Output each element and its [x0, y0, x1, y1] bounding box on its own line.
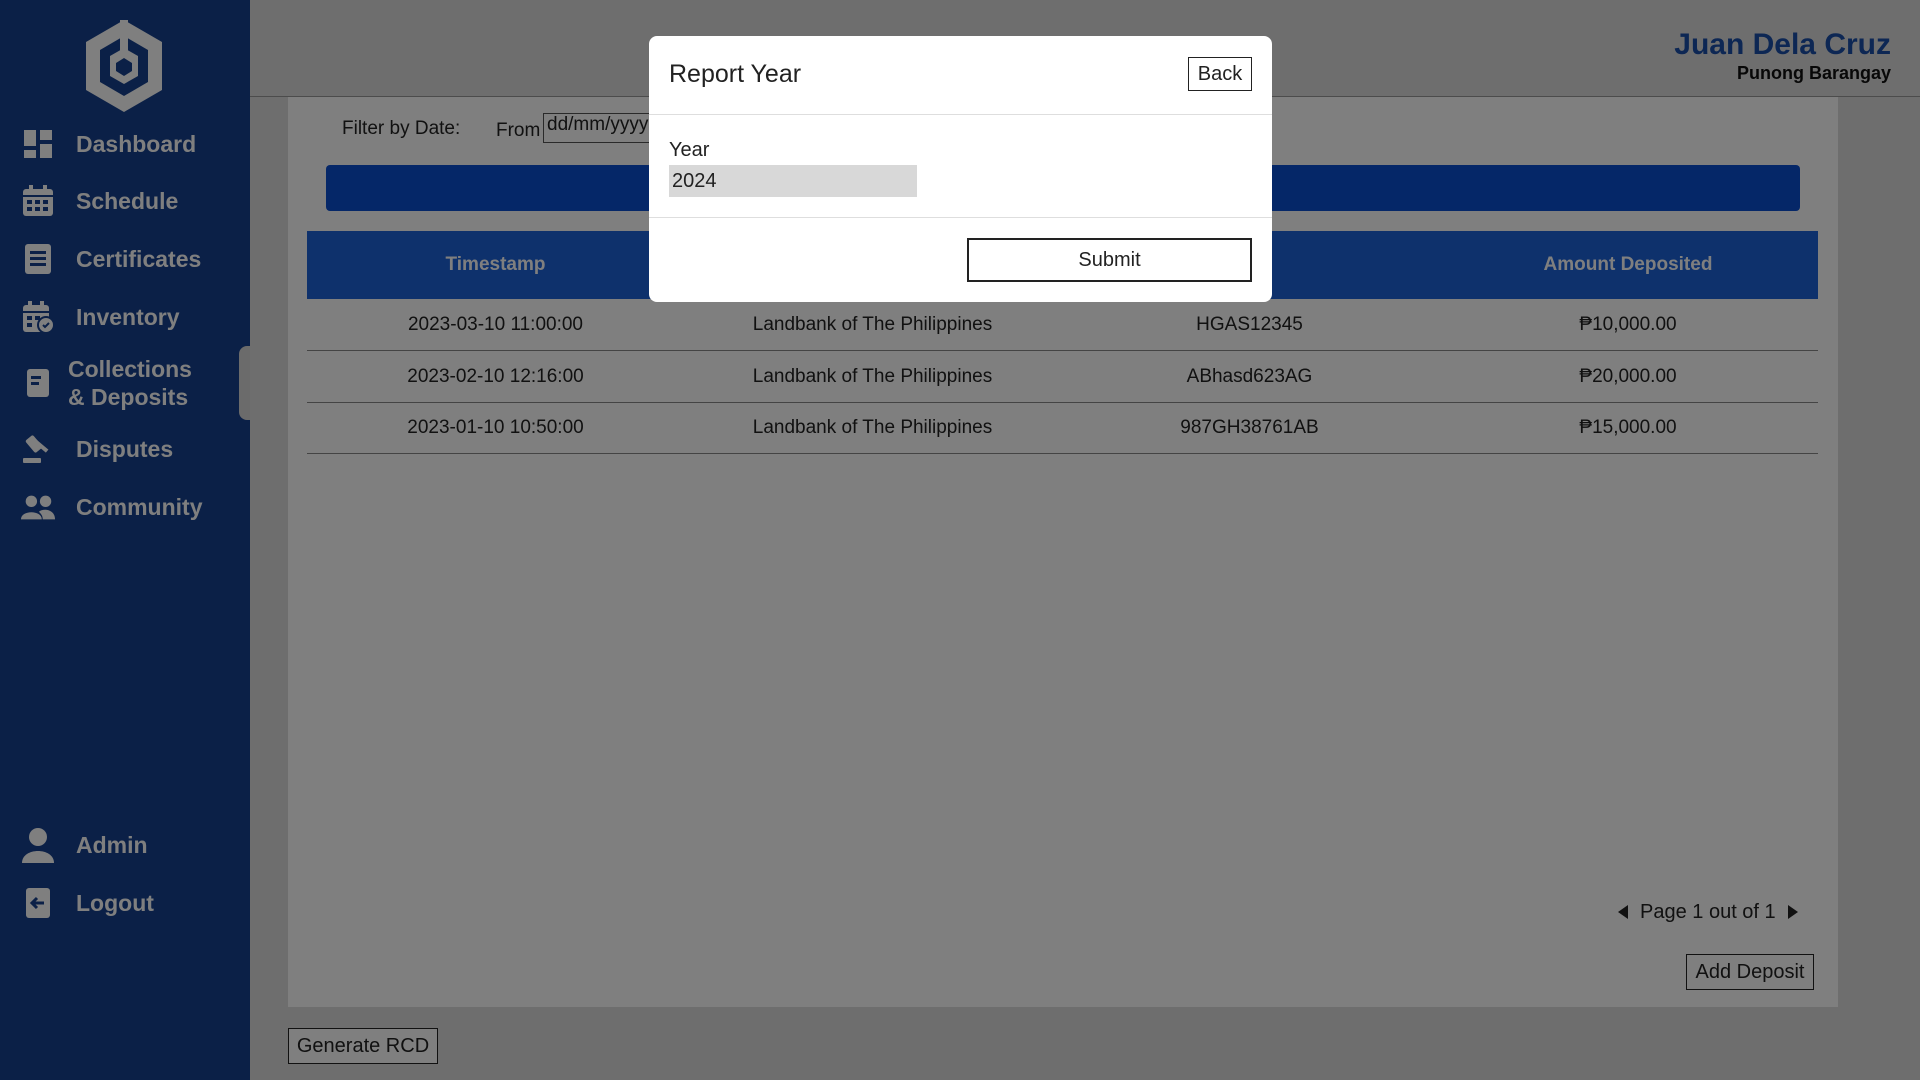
divider: [649, 217, 1272, 218]
year-label: Year: [669, 139, 710, 161]
year-input[interactable]: [669, 165, 917, 197]
divider: [649, 114, 1272, 115]
modal-title: Report Year: [669, 60, 802, 88]
back-button[interactable]: Back: [1188, 57, 1252, 91]
submit-button[interactable]: Submit: [967, 238, 1252, 282]
report-year-modal: Report Year Back Year Submit: [649, 36, 1272, 302]
